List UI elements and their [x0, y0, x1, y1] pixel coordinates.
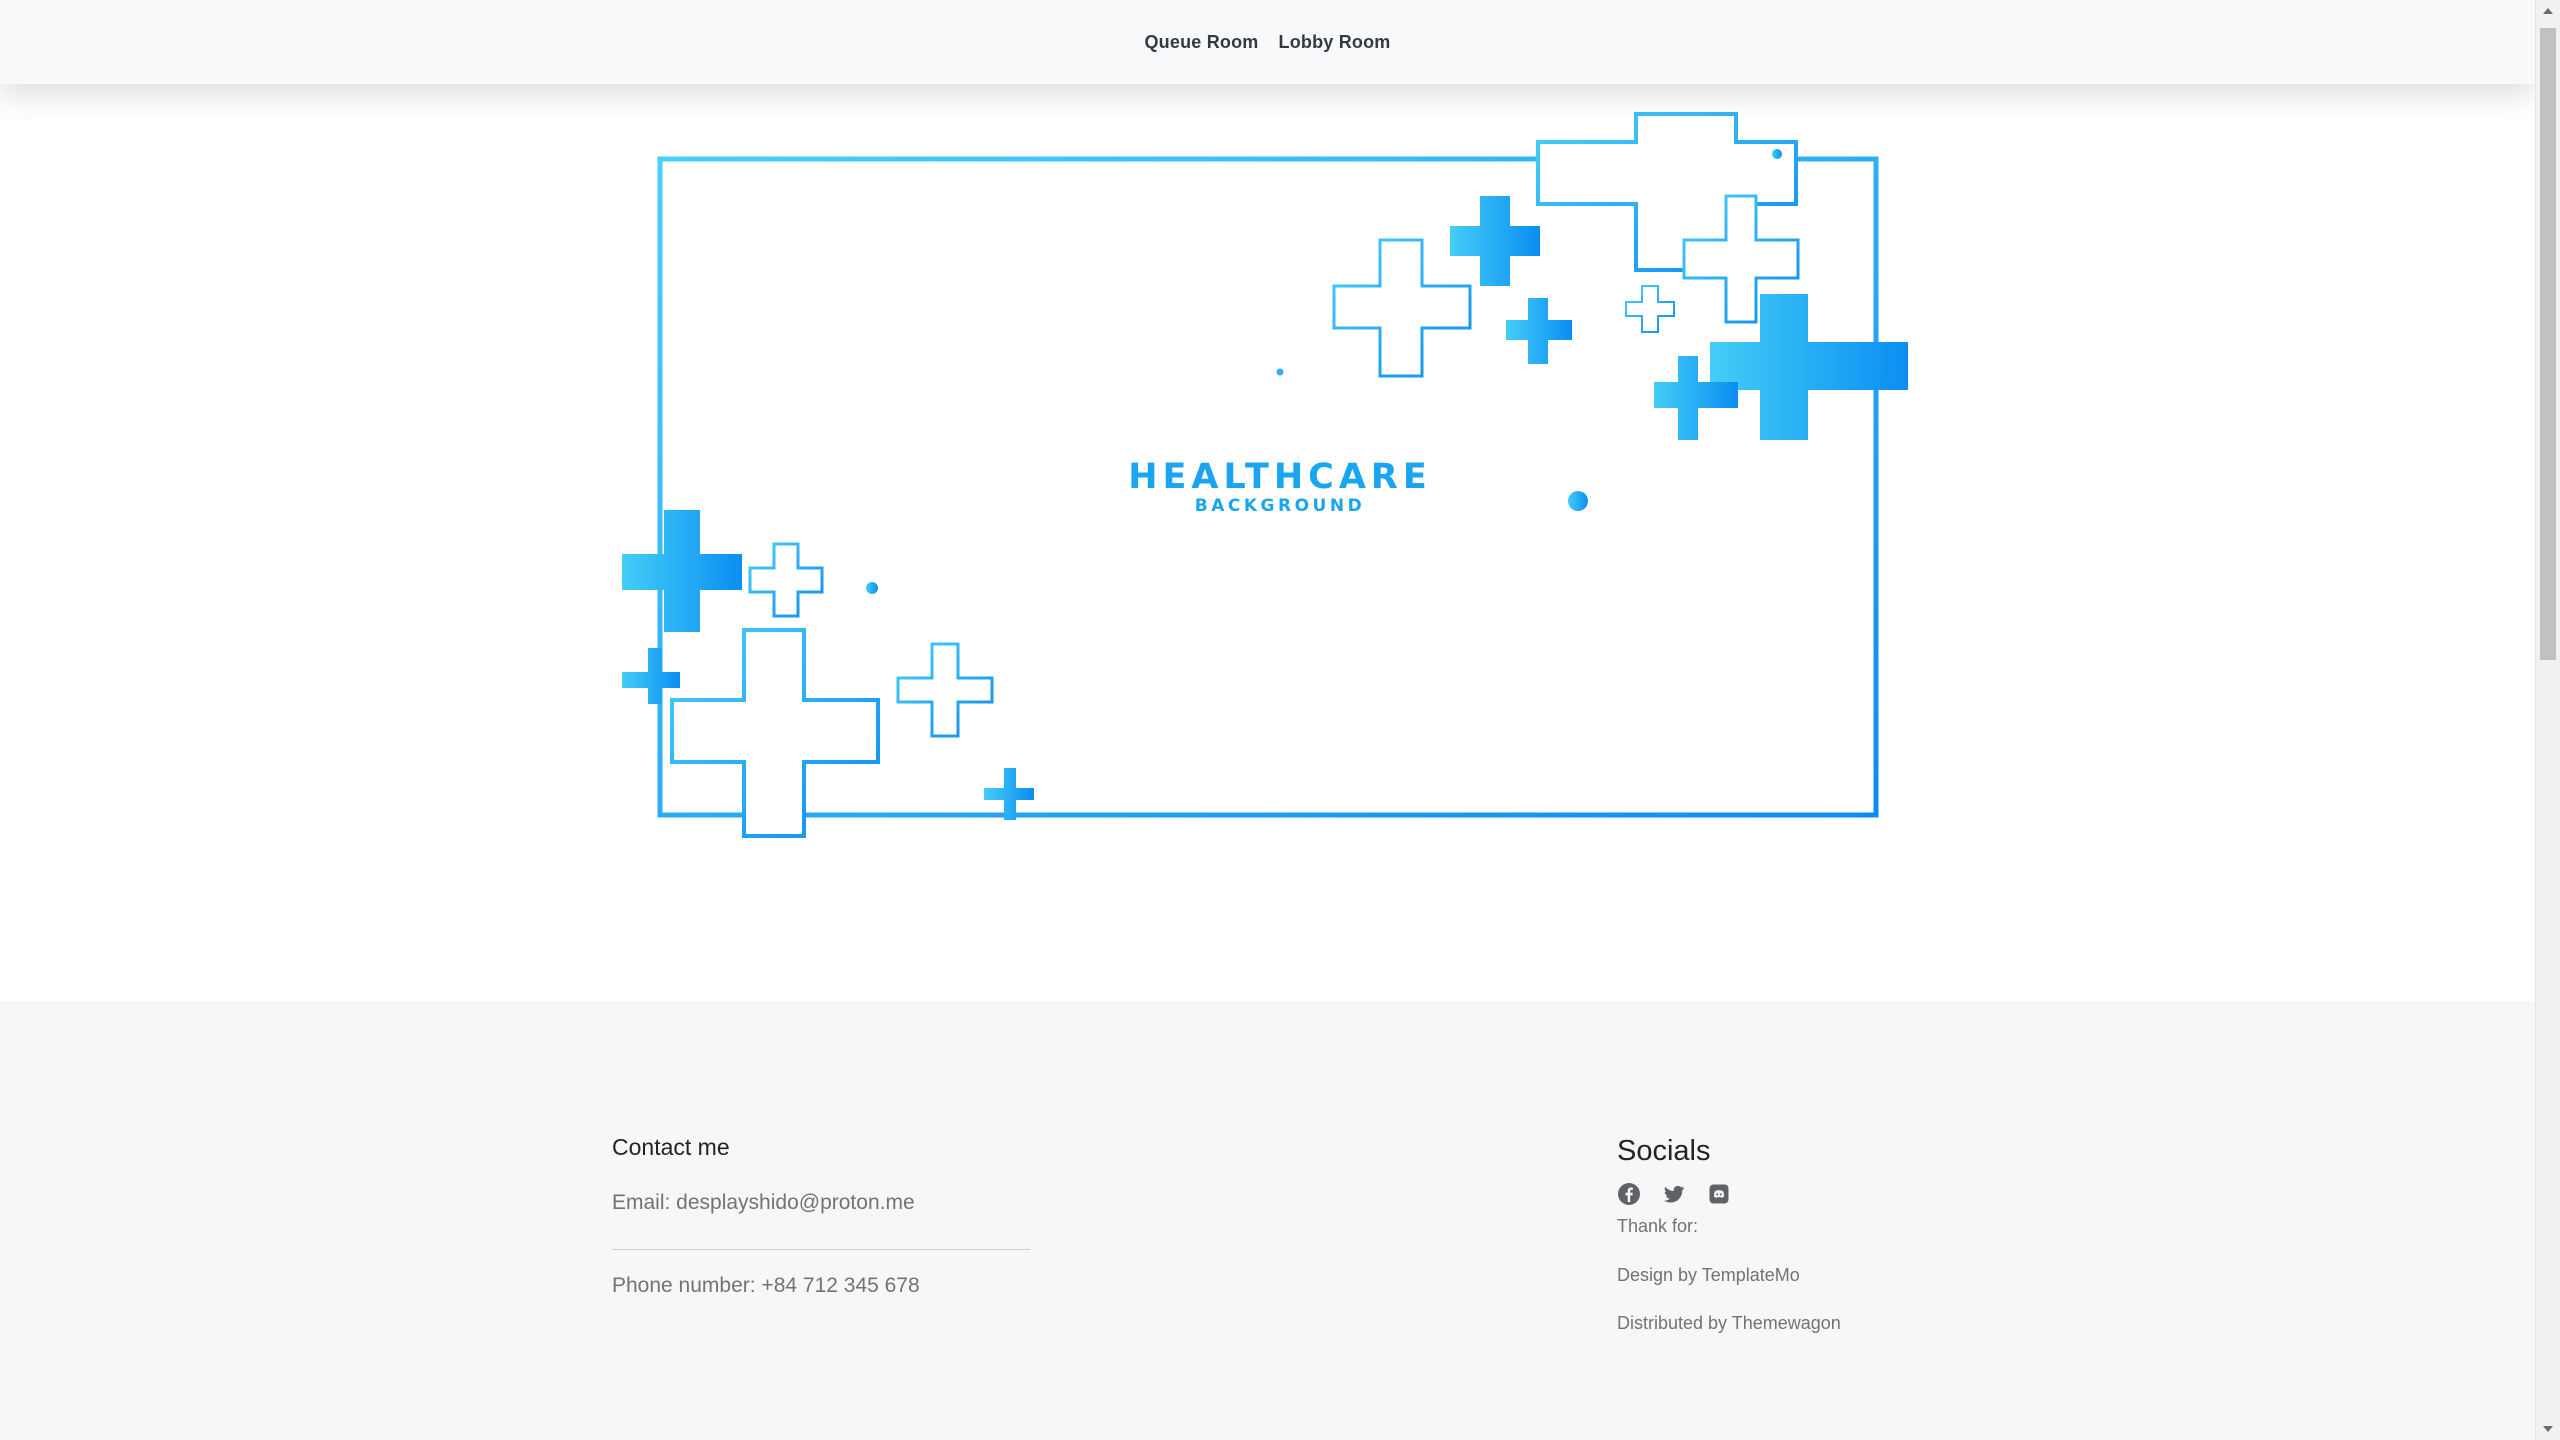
nav-link-queue-room[interactable]: Queue Room — [1144, 32, 1258, 53]
cross-solid — [1450, 196, 1540, 286]
dot — [1568, 491, 1588, 511]
nav-link-lobby-room[interactable]: Lobby Room — [1279, 32, 1391, 53]
page-scrollbar[interactable] — [2535, 0, 2560, 1440]
cross-outline — [896, 642, 994, 738]
contact-section: Contact me Email: desplayshido@proton.me… — [612, 1134, 1030, 1298]
socials-thanks: Thank for: — [1617, 1216, 1699, 1236]
dot — [1276, 368, 1284, 376]
contact-email: Email: desplayshido@proton.me — [612, 1191, 915, 1214]
cross-outline — [748, 542, 824, 618]
contact-divider — [612, 1249, 1030, 1250]
cross-solid — [622, 510, 742, 632]
nav-links: Queue Room Lobby Room — [0, 0, 2535, 84]
dot — [866, 582, 878, 594]
hero-image: HEALTHCARE BACKGROUND — [612, 108, 1912, 848]
credit-distributed: Distributed by Themewagon — [1617, 1313, 1841, 1333]
scrollbar-thumb[interactable] — [2540, 28, 2556, 660]
twitter-icon[interactable] — [1662, 1182, 1686, 1206]
cross-outline — [1625, 285, 1675, 333]
page: Queue Room Lobby Room HEALTHCARE BACKGRO… — [0, 0, 2535, 1440]
cross-solid — [622, 648, 680, 704]
hero-title: HEALTHCARE — [1128, 457, 1432, 497]
social-icons — [1617, 1182, 2017, 1206]
cross-solid — [984, 768, 1034, 820]
contact-heading: Contact me — [612, 1134, 730, 1160]
footer: Contact me Email: desplayshido@proton.me… — [0, 1001, 2535, 1440]
scroll-down-arrow-icon[interactable] — [2543, 1426, 2553, 1432]
facebook-icon[interactable] — [1617, 1182, 1641, 1206]
healthcare-illustration: HEALTHCARE BACKGROUND — [622, 112, 1908, 838]
socials-section: Socials Thank for: Design by TemplateMo … — [1617, 1135, 2017, 1334]
credit-design: Design by TemplateMo — [1617, 1265, 1800, 1285]
contact-phone: Phone number: +84 712 345 678 — [612, 1274, 920, 1297]
dot — [1772, 149, 1782, 159]
scroll-up-arrow-icon[interactable] — [2543, 8, 2553, 14]
cross-outline — [1332, 238, 1472, 378]
cross-outline — [670, 628, 880, 838]
discord-icon[interactable] — [1707, 1182, 1731, 1206]
top-navbar: Queue Room Lobby Room — [0, 0, 2535, 84]
cross-solid — [1506, 298, 1572, 364]
hero-subtitle: BACKGROUND — [1195, 496, 1365, 516]
socials-heading: Socials — [1617, 1135, 1711, 1167]
